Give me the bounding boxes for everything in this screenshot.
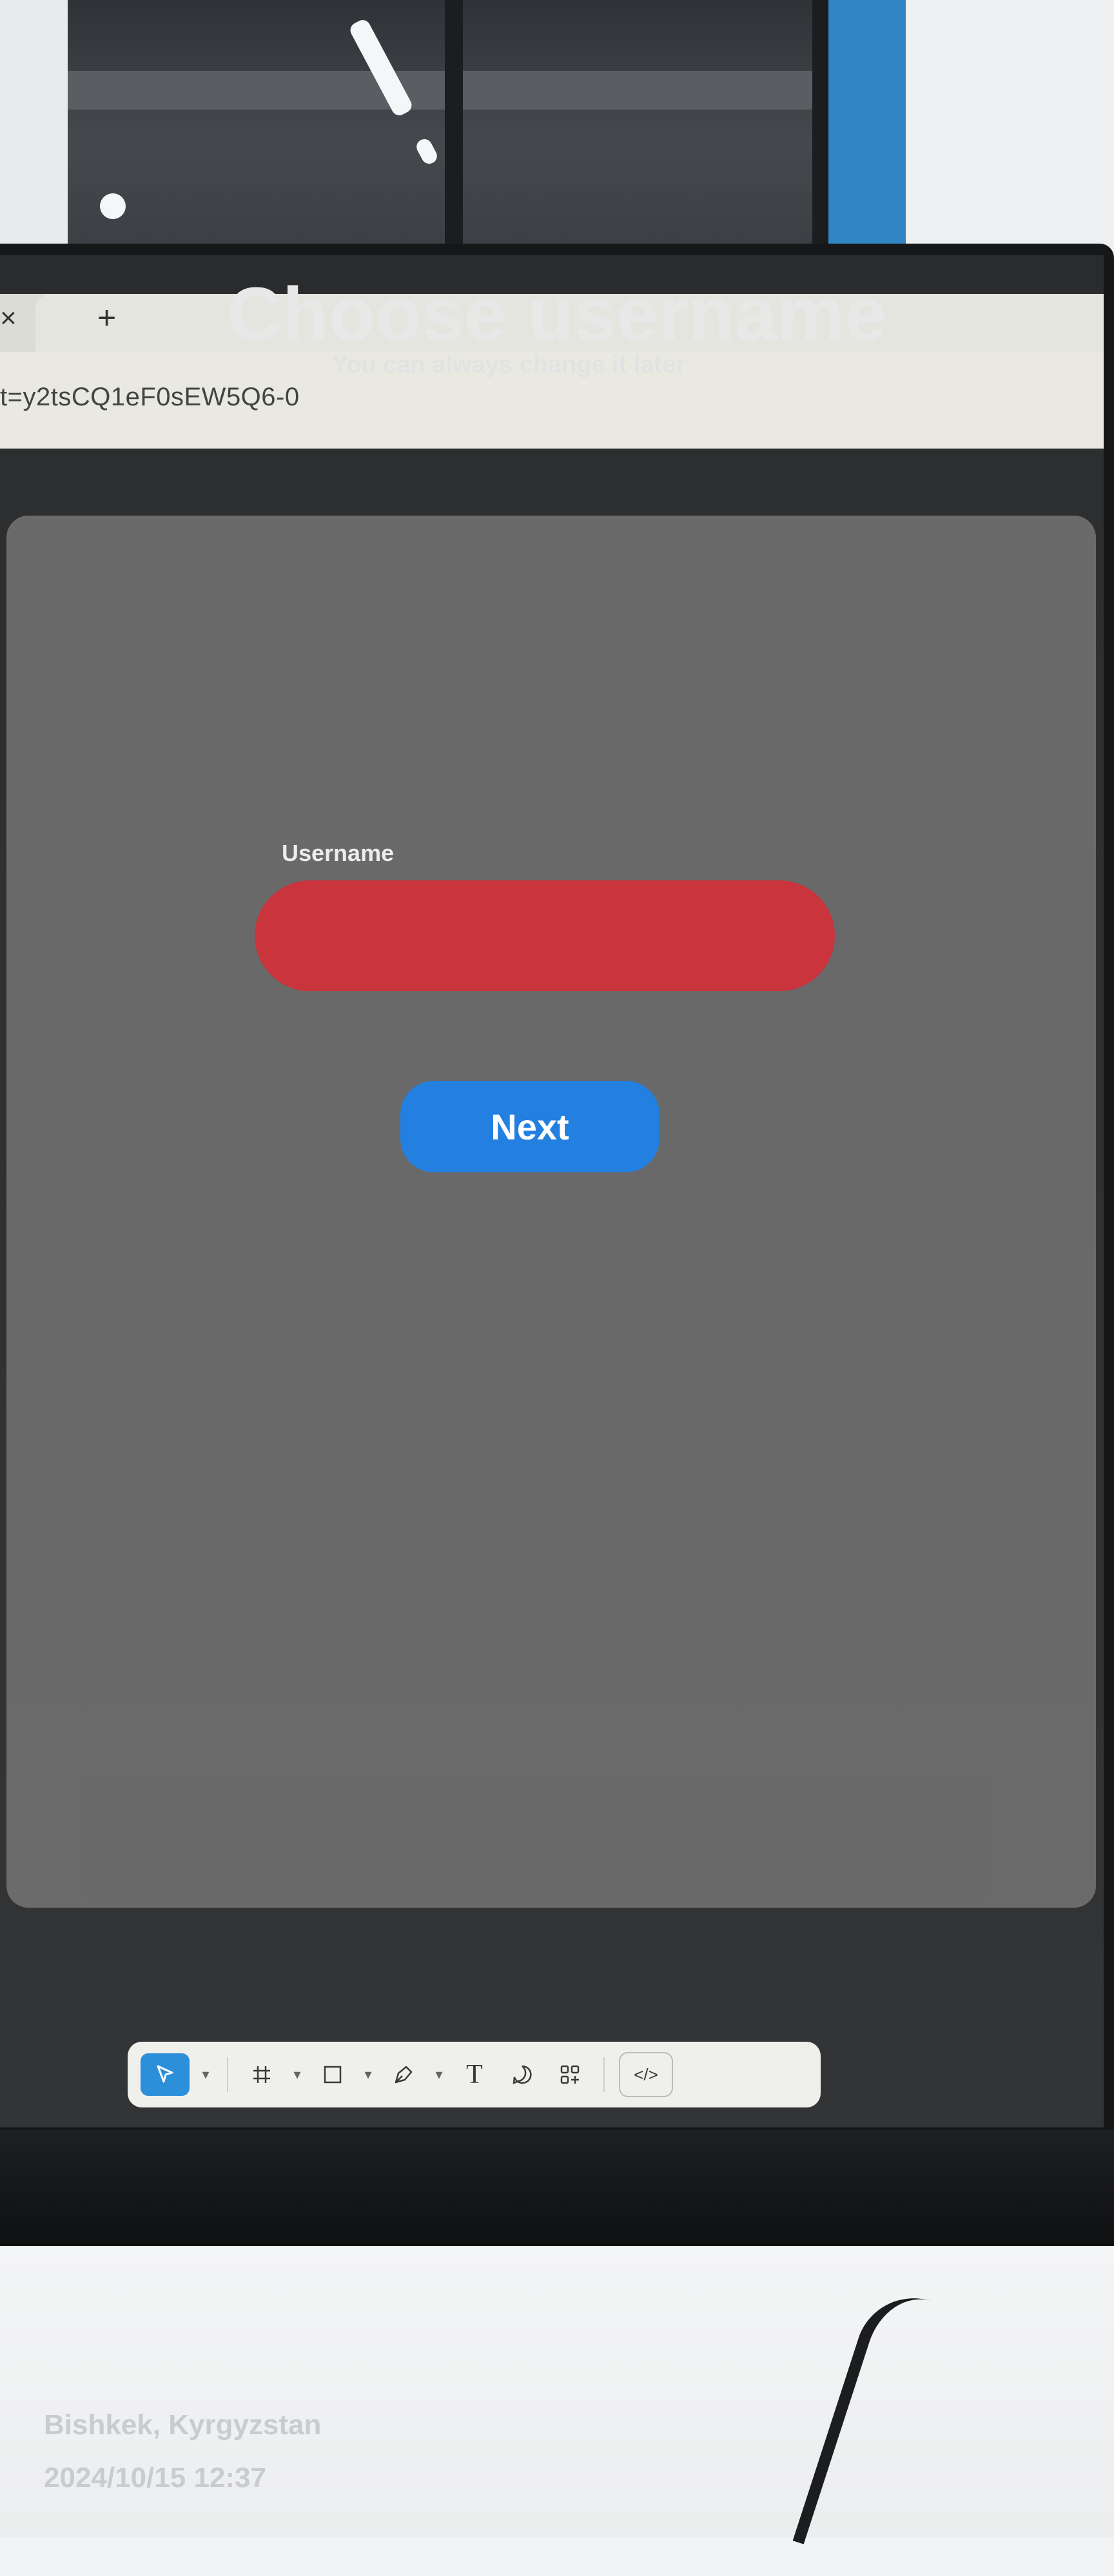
window-mullion: [812, 0, 830, 258]
chevron-down-icon[interactable]: ▾: [199, 2053, 213, 2096]
chevron-down-icon[interactable]: ▾: [290, 2053, 304, 2096]
photo-location: Bishkek, Kyrgyzstan: [44, 2409, 322, 2441]
right-wall: [906, 0, 1114, 258]
resources-icon[interactable]: [551, 2053, 589, 2096]
rectangle-icon[interactable]: [313, 2053, 352, 2096]
username-input[interactable]: [255, 880, 835, 991]
chevron-down-icon[interactable]: ▾: [361, 2053, 375, 2096]
design-toolbar: ▾ ▾ ▾ ▾ T </>: [128, 2042, 821, 2107]
toolbar-divider: [603, 2057, 605, 2092]
design-frame: [6, 516, 1096, 1908]
comment-icon[interactable]: [503, 2053, 542, 2096]
code-icon[interactable]: </>: [619, 2052, 673, 2097]
design-frame-bottom: [76, 1772, 993, 1908]
username-label: Username: [282, 840, 395, 866]
next-button[interactable]: Next: [400, 1081, 660, 1172]
toolbar-divider: [227, 2057, 228, 2092]
pointer-icon[interactable]: [141, 2053, 190, 2096]
chevron-down-icon[interactable]: ▾: [432, 2053, 446, 2096]
monitor-bottom-edge: [0, 2130, 1114, 2246]
hash-icon[interactable]: [242, 2053, 281, 2096]
photo-timestamp: 2024/10/15 12:37: [44, 2462, 266, 2494]
text-icon[interactable]: T: [455, 2053, 494, 2096]
url-text[interactable]: t=y2tsCQ1eF0sEW5Q6-0: [0, 383, 300, 412]
pen-icon[interactable]: [384, 2053, 423, 2096]
left-wall: [0, 0, 68, 258]
text-tool-glyph: T: [466, 2060, 483, 2089]
page-title: Choose username: [227, 272, 887, 357]
window-mullion: [445, 0, 463, 258]
code-glyph: </>: [634, 2064, 658, 2084]
blue-pillar: [828, 0, 906, 258]
page-subtitle: You can always change it later: [331, 351, 686, 378]
